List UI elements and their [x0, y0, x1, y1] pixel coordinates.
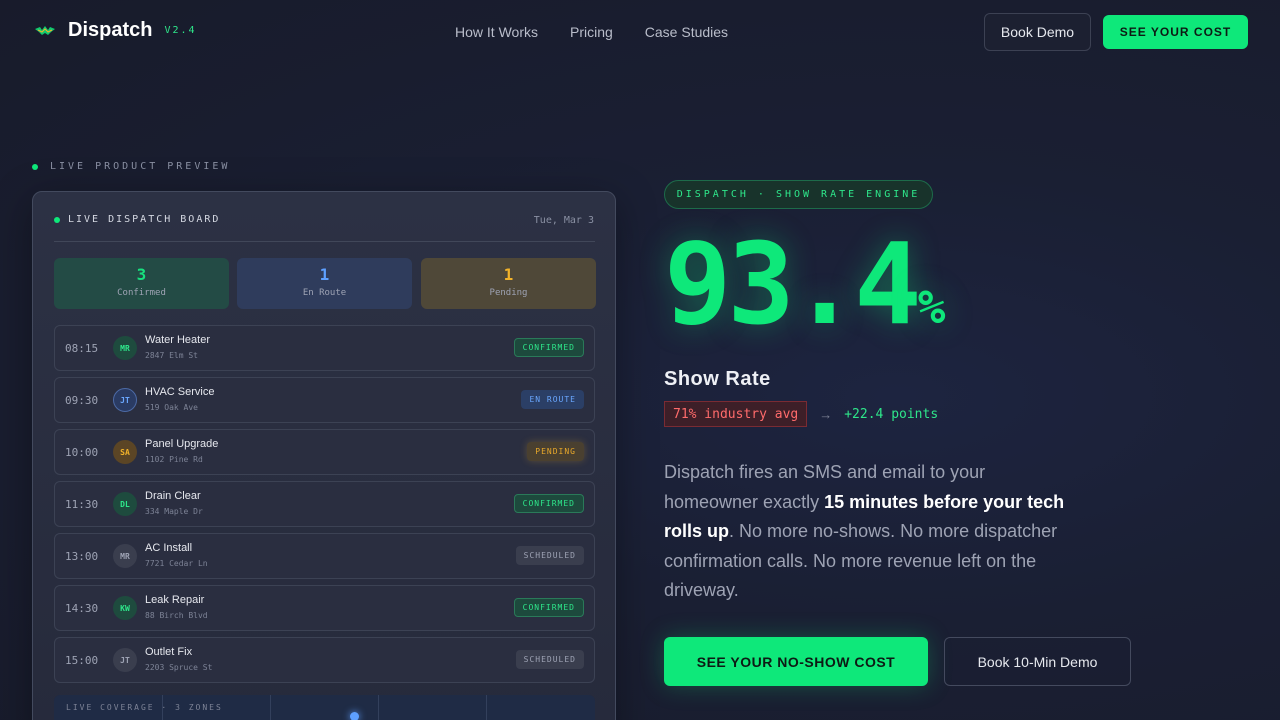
- status-badge: SCHEDULED: [515, 650, 584, 669]
- job-address: 88 Birch Blvd: [145, 611, 208, 620]
- nav-link-case-studies[interactable]: Case Studies: [645, 24, 728, 40]
- coverage-label: LIVE COVERAGE · 3 ZONES: [66, 703, 223, 712]
- avatar: MR: [113, 544, 137, 568]
- job-row[interactable]: 09:30 JT HVAC Service 519 Oak Ave EN ROU…: [54, 377, 595, 423]
- nav-link-pricing[interactable]: Pricing: [570, 24, 613, 40]
- arrow-right-icon: →: [819, 406, 833, 422]
- job-row[interactable]: 13:00 MR AC Install 7721 Cedar Ln SCHEDU…: [54, 533, 595, 579]
- see-your-cost-button[interactable]: SEE YOUR COST: [1103, 15, 1248, 49]
- status-badge: CONFIRMED: [513, 494, 584, 513]
- stat-label: En Route: [302, 288, 347, 298]
- board-header: LIVE DISPATCH BOARD: [54, 214, 220, 225]
- map-gridline: [486, 695, 487, 720]
- engine-pill: DISPATCH · SHOW RATE ENGINE: [664, 180, 933, 209]
- brand-name: Dispatch: [68, 19, 153, 41]
- live-dot-icon: [54, 216, 60, 223]
- board-title: LIVE DISPATCH BOARD: [68, 214, 221, 225]
- preview-label-text: LIVE PRODUCT PREVIEW: [50, 161, 231, 172]
- status-badge: PENDING: [527, 442, 584, 461]
- job-time: 08:15: [65, 342, 99, 355]
- job-address: 2203 Spruce St: [145, 663, 213, 672]
- live-dot-icon: [32, 163, 38, 170]
- job-row[interactable]: 11:30 DL Drain Clear 334 Maple Dr CONFIR…: [54, 481, 595, 527]
- rate-comparison: 71% industry avg → +22.4 points: [664, 401, 938, 427]
- stat-value: 1: [503, 265, 514, 284]
- stat-label: Confirmed: [117, 288, 166, 298]
- map-gridline: [378, 695, 379, 720]
- board-date: Tue, Mar 3: [533, 215, 594, 226]
- avatar: SA: [113, 440, 137, 464]
- job-title: Panel Upgrade: [145, 438, 219, 450]
- top-nav: Dispatch V2.4 How It Works Pricing Case …: [0, 0, 1280, 64]
- job-time: 13:00: [65, 550, 99, 563]
- industry-average-badge: 71% industry avg: [664, 401, 808, 427]
- job-address: 519 Oak Ave: [145, 403, 198, 412]
- stat-value: 3: [136, 265, 147, 284]
- map-gridline: [270, 695, 271, 720]
- book-10-min-demo-button[interactable]: Book 10-Min Demo: [944, 637, 1131, 686]
- job-title: HVAC Service: [145, 386, 215, 398]
- avatar: KW: [113, 596, 137, 620]
- job-time: 09:30: [65, 394, 99, 407]
- show-rate-unit: %: [917, 280, 946, 334]
- avatar: JT: [113, 648, 137, 672]
- status-badge: CONFIRMED: [513, 338, 584, 357]
- job-row[interactable]: 08:15 MR Water Heater 2847 Elm St CONFIR…: [54, 325, 595, 371]
- dispatch-board: LIVE DISPATCH BOARD Tue, Mar 3 3 Confirm…: [32, 191, 616, 720]
- stat-label: Pending: [489, 288, 528, 298]
- job-row[interactable]: 10:00 SA Panel Upgrade 1102 Pine Rd PEND…: [54, 429, 595, 475]
- job-row[interactable]: 15:00 JT Outlet Fix 2203 Spruce St SCHED…: [54, 637, 595, 683]
- avatar: DL: [113, 492, 137, 516]
- status-badge: EN ROUTE: [521, 390, 584, 409]
- job-address: 334 Maple Dr: [145, 507, 203, 516]
- coverage-map[interactable]: LIVE COVERAGE · 3 ZONES: [54, 695, 595, 720]
- stat-confirmed: 3 Confirmed: [54, 258, 229, 309]
- job-time: 14:30: [65, 602, 99, 615]
- job-title: Outlet Fix: [145, 646, 193, 658]
- job-title: AC Install: [145, 542, 193, 554]
- avatar: JT: [113, 388, 137, 412]
- status-badge: SCHEDULED: [515, 546, 584, 565]
- job-time: 11:30: [65, 498, 99, 511]
- job-title: Drain Clear: [145, 490, 201, 502]
- job-row[interactable]: 14:30 KW Leak Repair 88 Birch Blvd CONFI…: [54, 585, 595, 631]
- nav-links: How It Works Pricing Case Studies: [455, 24, 728, 40]
- job-time: 15:00: [65, 654, 99, 667]
- job-title: Water Heater: [145, 334, 211, 346]
- show-rate-label: Show Rate: [664, 368, 771, 390]
- job-title: Leak Repair: [145, 594, 205, 606]
- preview-label: LIVE PRODUCT PREVIEW: [32, 161, 230, 172]
- map-gridline: [162, 695, 163, 720]
- avatar: MR: [113, 336, 137, 360]
- nav-link-how-it-works[interactable]: How It Works: [455, 24, 538, 40]
- show-rate-value: 93.4%: [664, 226, 945, 366]
- show-rate-number: 93.4: [664, 220, 922, 350]
- tech-location-icon[interactable]: [350, 712, 359, 720]
- stat-en-route: 1 En Route: [237, 258, 412, 309]
- job-address: 7721 Cedar Ln: [145, 559, 208, 568]
- gain-points: +22.4 points: [844, 406, 939, 422]
- job-time: 10:00: [65, 446, 99, 459]
- job-address: 1102 Pine Rd: [145, 455, 203, 464]
- hero-description: Dispatch fires an SMS and email to your …: [664, 458, 1084, 606]
- brand[interactable]: Dispatch V2.4: [34, 19, 197, 42]
- stat-value: 1: [319, 265, 330, 284]
- brand-version: V2.4: [164, 25, 197, 36]
- job-address: 2847 Elm St: [145, 351, 198, 360]
- see-no-show-cost-button[interactable]: SEE YOUR NO-SHOW COST: [664, 637, 928, 686]
- book-demo-button[interactable]: Book Demo: [984, 13, 1091, 51]
- divider: [54, 241, 595, 242]
- bat-logo-icon: [34, 20, 56, 42]
- status-badge: CONFIRMED: [513, 598, 584, 617]
- stat-pending: 1 Pending: [421, 258, 596, 309]
